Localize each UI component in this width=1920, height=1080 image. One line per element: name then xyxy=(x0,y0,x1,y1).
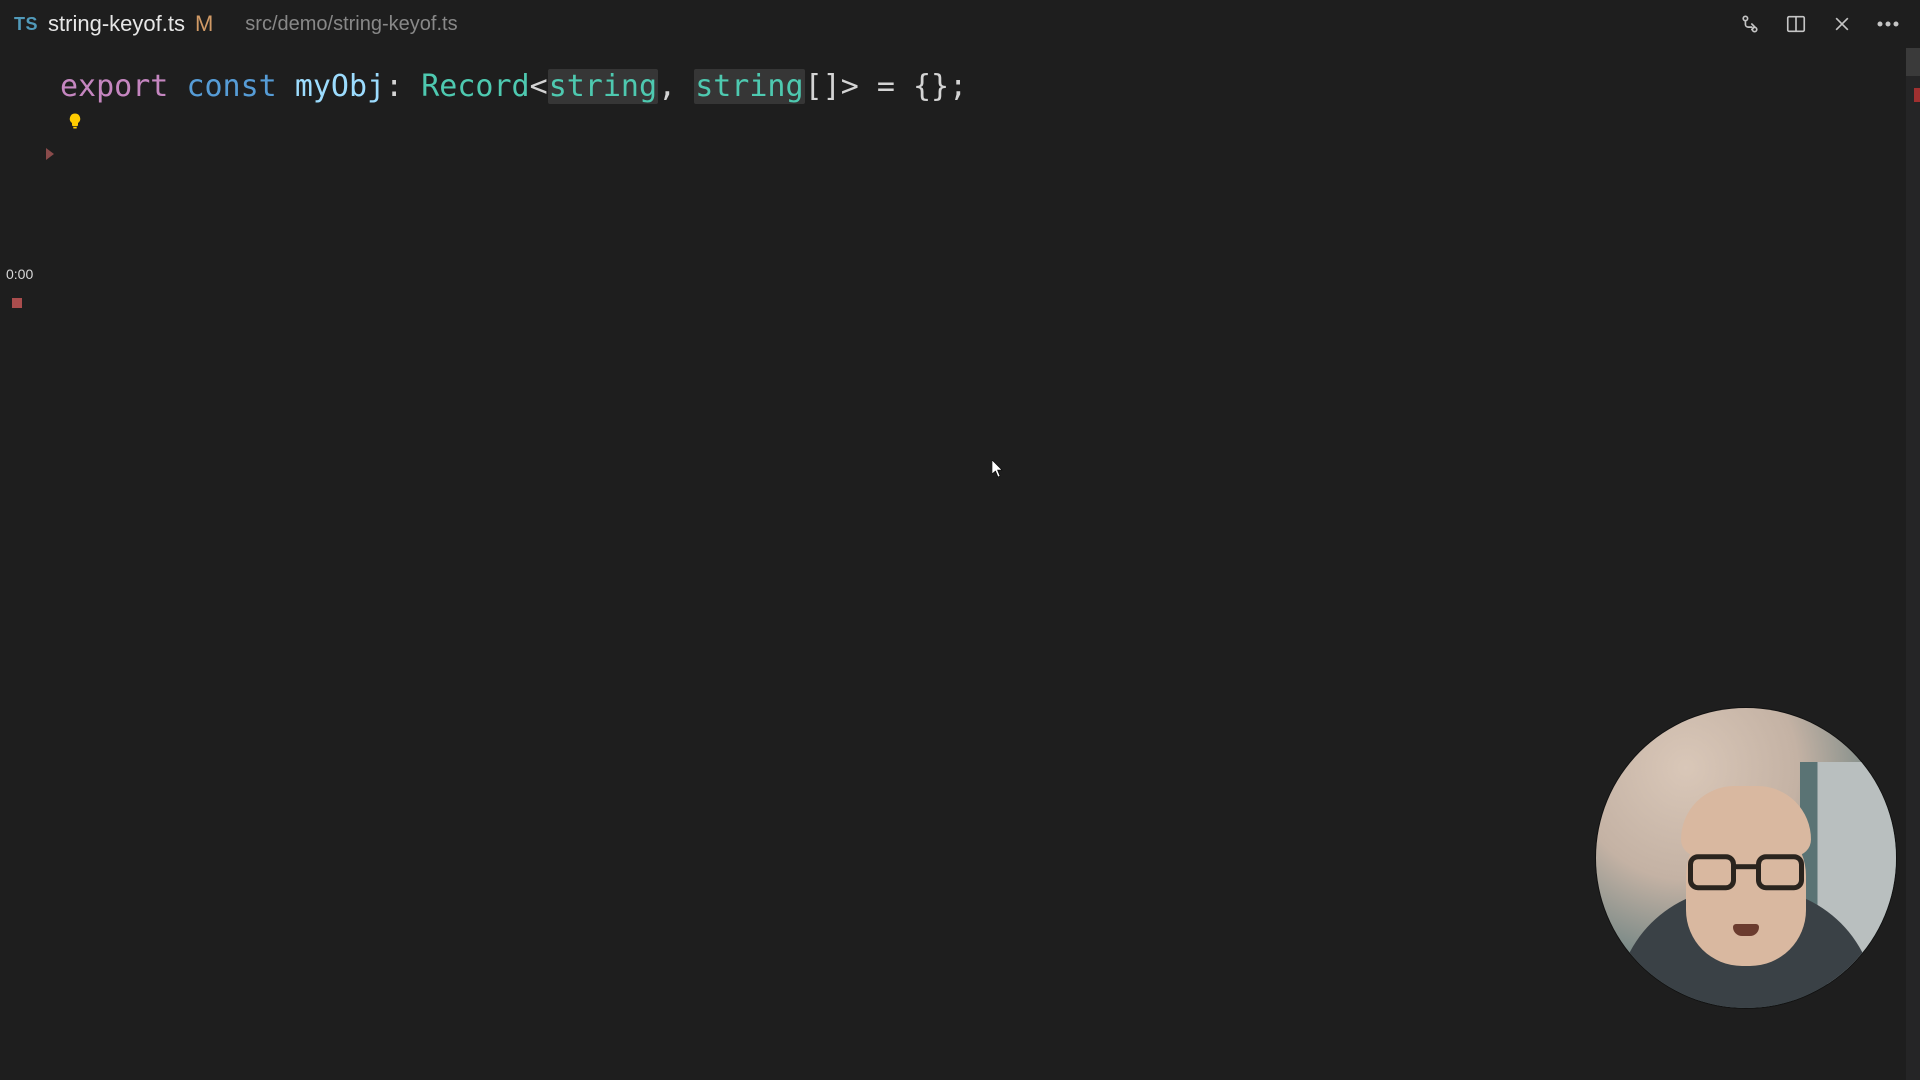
lightbulb-quickfix-icon[interactable] xyxy=(64,110,86,132)
webcam-person-glasses xyxy=(1686,854,1806,892)
split-editor-icon[interactable] xyxy=(1784,12,1808,36)
minimap-error-marker xyxy=(1914,88,1920,102)
token-record: Record xyxy=(421,69,529,104)
token-export: export xyxy=(60,69,168,104)
code-editor[interactable]: export const myObj: Record<string, strin… xyxy=(0,48,1920,108)
minimap-content xyxy=(1906,48,1920,76)
tab-bar: TS string-keyof.ts M src/demo/string-key… xyxy=(0,0,1920,48)
editor-actions xyxy=(1738,12,1910,36)
token-gt: > xyxy=(841,69,859,104)
token-colon: : xyxy=(385,69,403,104)
recording-indicator-icon xyxy=(12,298,22,308)
webcam-overlay[interactable] xyxy=(1596,708,1896,1008)
minimap-scrollbar[interactable] xyxy=(1906,48,1920,1080)
editor-tab[interactable]: TS string-keyof.ts M xyxy=(0,0,231,48)
token-semi: ; xyxy=(949,69,967,104)
token-brackets: [] xyxy=(805,69,841,104)
recording-timestamp: 0:00 xyxy=(6,266,33,282)
breadcrumb[interactable]: src/demo/string-keyof.ts xyxy=(231,13,457,36)
token-comma: , xyxy=(658,69,676,104)
tab-filename: string-keyof.ts xyxy=(48,11,185,37)
close-icon[interactable] xyxy=(1830,12,1854,36)
fold-caret-icon[interactable] xyxy=(46,148,54,160)
mouse-cursor-icon xyxy=(992,460,1004,478)
token-braces: {} xyxy=(913,69,949,104)
token-identifier: myObj xyxy=(295,69,385,104)
token-eq: = xyxy=(877,69,895,104)
webcam-person-mouth xyxy=(1733,924,1759,936)
modified-indicator: M xyxy=(195,11,213,37)
code-line-1[interactable]: export const myObj: Record<string, strin… xyxy=(0,66,1920,108)
token-lt: < xyxy=(530,69,548,104)
typescript-file-icon: TS xyxy=(14,14,38,35)
token-const: const xyxy=(186,69,276,104)
token-string-1: string xyxy=(548,69,658,104)
token-string-2: string xyxy=(694,69,804,104)
more-actions-icon[interactable] xyxy=(1876,12,1900,36)
tab-group: TS string-keyof.ts M src/demo/string-key… xyxy=(0,0,458,48)
compare-changes-icon[interactable] xyxy=(1738,12,1762,36)
